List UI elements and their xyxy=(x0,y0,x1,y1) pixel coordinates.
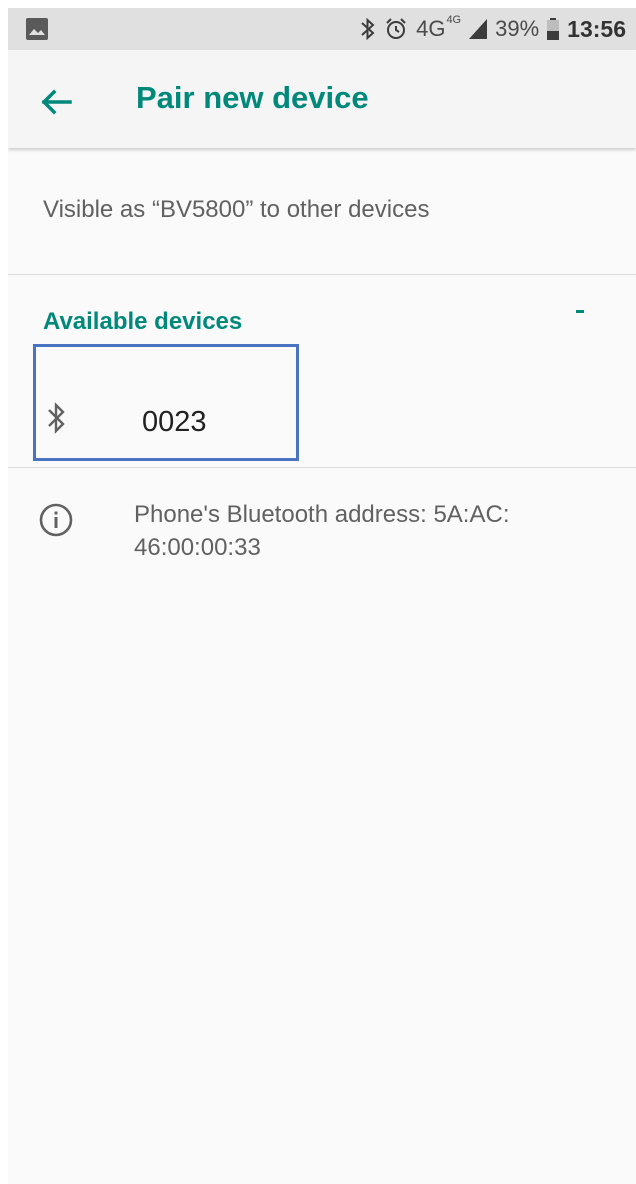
bluetooth-icon xyxy=(361,17,375,41)
divider xyxy=(8,467,636,468)
battery-icon xyxy=(547,18,560,40)
scanning-progress-indicator xyxy=(576,310,584,313)
info-icon xyxy=(39,503,73,537)
clock: 13:56 xyxy=(567,15,626,42)
screen: 4G 4G 39% 13:56 Pair new device Visible a… xyxy=(8,8,636,1184)
network-type: 4G 4G xyxy=(416,14,462,42)
device-name: 0023 xyxy=(142,406,207,438)
image-icon xyxy=(26,18,48,40)
network-sup-label: 4G xyxy=(446,14,462,26)
available-devices-header: Available devices xyxy=(43,308,243,335)
divider xyxy=(8,274,636,275)
arrow-back-icon[interactable] xyxy=(36,82,76,122)
bluetooth-icon xyxy=(48,402,65,434)
status-bar: 4G 4G 39% 13:56 xyxy=(8,8,636,50)
bluetooth-address-text: Phone's Bluetooth address: 5A:AC: 46:00:… xyxy=(134,501,510,561)
alarm-icon xyxy=(386,18,406,39)
battery-percent: 39% xyxy=(495,16,540,41)
visibility-text: Visible as “BV5800” to other devices xyxy=(43,196,430,223)
device-item-0023[interactable]: 0023 xyxy=(8,348,636,466)
page-title: Pair new device xyxy=(136,80,369,115)
network-label: 4G xyxy=(416,16,446,41)
signal-icon xyxy=(469,19,488,39)
app-bar: Pair new device xyxy=(8,50,636,148)
